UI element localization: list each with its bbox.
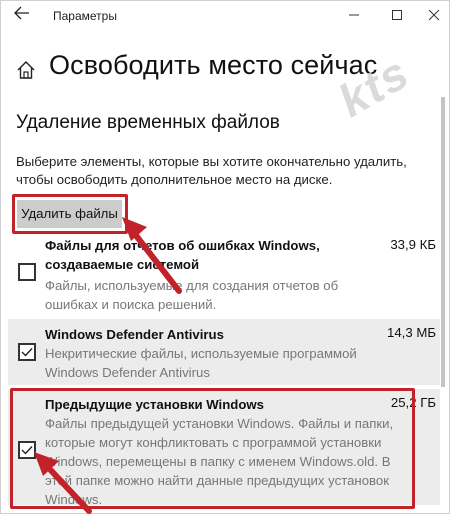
list-item-description: Файлы предыдущей установки Windows. Файл… [45, 416, 394, 507]
list-item-error-reports[interactable]: Файлы для отчетов об ошибках Windows, со… [8, 233, 440, 315]
scrollbar-thumb[interactable] [441, 97, 445, 387]
settings-window: Параметры Освободить место сейчас Удален… [0, 0, 450, 514]
checkbox-checked[interactable] [18, 343, 36, 361]
list-item-size: 33,9 КБ [390, 237, 436, 252]
checkmark-icon [21, 446, 33, 455]
checkmark-icon [21, 348, 33, 357]
checkbox-unchecked[interactable] [18, 263, 36, 281]
checkbox-checked[interactable] [18, 441, 36, 459]
list-item-size: 25,2 ГБ [390, 395, 436, 410]
minimize-icon[interactable] [343, 5, 365, 27]
close-icon[interactable] [423, 5, 445, 27]
page-title: Освободить место сейчас [49, 50, 378, 80]
section-title: Удаление временных файлов [16, 112, 280, 133]
list-item-size: 14,3 МБ [387, 325, 436, 340]
maximize-icon[interactable] [386, 5, 408, 27]
list-item-defender[interactable]: Windows Defender Antivirus 14,3 МБ Некри… [8, 319, 440, 385]
list-item-title: Windows Defender Antivirus [45, 327, 224, 342]
list-item-previous-installs[interactable]: Предыдущие установки Windows 25,2 ГБ Фай… [8, 389, 440, 507]
list-item-title: Файлы для отчетов об ошибках Windows, со… [45, 238, 320, 272]
title-bar: Параметры [1, 1, 450, 31]
delete-files-button[interactable]: Удалить файлы [17, 200, 122, 228]
home-icon[interactable] [15, 59, 37, 81]
list-item-description: Некритические файлы, используемые програ… [45, 346, 357, 380]
back-arrow-icon[interactable] [11, 5, 33, 27]
list-item-title: Предыдущие установки Windows [45, 397, 264, 412]
section-description: Выберите элементы, которые вы хотите око… [16, 154, 407, 187]
window-title: Параметры [53, 9, 117, 23]
scrollbar[interactable] [441, 89, 447, 514]
list-item-description: Файлы, используемые для создания отчетов… [45, 278, 339, 312]
